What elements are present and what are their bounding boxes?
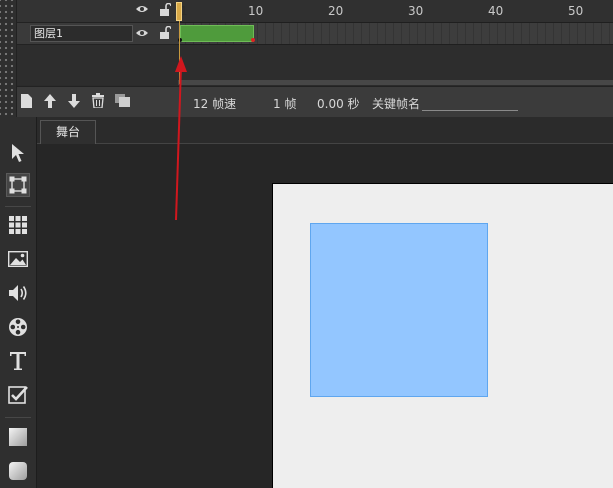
unlock-icon[interactable] [159,26,171,39]
time-label: 0.00 秒 [317,97,360,111]
layer-header [17,0,178,23]
panel-grip[interactable] [0,0,17,122]
ruler-number: 40 [488,4,504,18]
text-icon [9,351,27,371]
rectangle-icon [8,427,28,447]
checkbox-tool[interactable] [6,383,30,407]
tool-separator [5,417,31,418]
frame-label: 1 帧 [273,97,297,111]
layer-list-empty [17,45,178,85]
checkbox-icon [8,385,28,405]
pointer-tool[interactable] [6,141,30,165]
stage-tab-bar [36,117,613,144]
eye-icon[interactable] [135,3,149,15]
rectangle-shape[interactable] [310,223,488,397]
video-tool[interactable] [6,315,30,339]
keyframe-name-input[interactable] [422,110,518,111]
grid-tool[interactable] [6,213,30,237]
eye-icon[interactable] [135,27,149,39]
text-tool[interactable] [6,349,30,373]
ruler-number: 20 [328,4,344,18]
rounded-rectangle-tool[interactable] [6,459,30,483]
duplicate-icon[interactable] [115,94,130,107]
grid-icon [8,215,28,235]
ruler-number: 30 [408,4,424,18]
sound-tool[interactable] [6,281,30,305]
image-tool[interactable] [6,247,30,271]
image-icon [8,251,28,267]
pointer-icon [11,143,25,163]
arrow-up-icon[interactable] [44,94,56,108]
playhead[interactable] [176,2,182,21]
unlock-icon[interactable] [159,3,171,16]
transform-icon [8,175,28,195]
end-frame-dot[interactable] [251,38,255,42]
sound-icon [8,284,28,302]
timeline-bottom-bar: 12 帧速 1 帧 0.00 秒 关键帧名 [17,86,613,118]
transform-tool[interactable] [6,173,30,197]
video-icon [8,317,28,337]
trash-icon[interactable] [92,93,104,108]
rounded-rectangle-icon [8,461,28,481]
ruler-number: 10 [248,4,264,18]
tool-sidebar [0,117,37,488]
new-page-icon[interactable] [21,94,32,108]
timeline-scrollbar[interactable] [178,80,613,85]
frame-span[interactable] [180,25,254,42]
rectangle-tool[interactable] [6,425,30,449]
ruler-number: 50 [568,4,584,18]
tool-separator [5,206,31,207]
timeline-empty [178,45,613,85]
tab-stage[interactable]: 舞台 [40,120,96,144]
annotation-arrow [175,56,187,221]
layer-name[interactable]: 图层1 [30,25,133,42]
keyframe-name-label: 关键帧名 [372,97,421,111]
frame-ruler[interactable]: 1 10 20 30 40 50 [178,0,613,23]
arrow-down-icon[interactable] [68,94,80,108]
layer-row[interactable]: 图层1 [17,23,178,45]
